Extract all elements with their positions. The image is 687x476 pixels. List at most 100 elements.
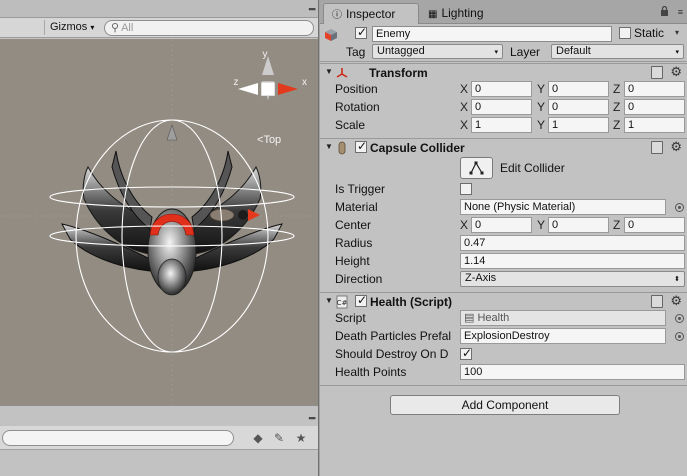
should-destroy-checkbox[interactable]: ✓ bbox=[460, 346, 472, 360]
gameobject-cube-icon bbox=[325, 29, 337, 41]
gizmo-x-cone[interactable] bbox=[278, 83, 298, 95]
axis-x-label: X bbox=[460, 82, 469, 96]
center-x-field[interactable]: 0 bbox=[471, 217, 532, 233]
center-label: Center bbox=[335, 218, 372, 232]
filter-by-label-icon[interactable]: ✎ bbox=[272, 431, 286, 445]
chevron-down-icon: ▾ bbox=[494, 49, 498, 56]
capsule-collider-icon bbox=[338, 141, 346, 155]
center-y-field[interactable]: 0 bbox=[548, 217, 609, 233]
direction-label: Direction bbox=[335, 272, 383, 286]
tag-label: Tag bbox=[346, 45, 366, 59]
rotation-x-field[interactable]: 0 bbox=[471, 99, 532, 115]
active-checkbox[interactable]: ✓ bbox=[355, 25, 367, 39]
is-trigger-label: Is Trigger bbox=[335, 182, 386, 196]
scale-z-field[interactable]: 1 bbox=[624, 117, 685, 133]
gear-icon[interactable]: ⚙ bbox=[670, 293, 682, 309]
gear-icon[interactable]: ⚙ bbox=[670, 139, 682, 155]
chevron-down-icon: ▾ bbox=[675, 49, 679, 56]
should-destroy-label: Should Destroy On D bbox=[335, 347, 449, 361]
height-field[interactable]: 1.14 bbox=[460, 253, 685, 269]
foldout-arrow-icon[interactable]: ▼ bbox=[325, 296, 333, 305]
rotation-y-field[interactable]: 0 bbox=[548, 99, 609, 115]
enemy-ship-model[interactable] bbox=[61, 150, 283, 296]
filter-by-type-icon[interactable]: ◆ bbox=[251, 431, 265, 445]
axis-y-label: Y bbox=[537, 218, 546, 232]
foldout-arrow-icon[interactable]: ▼ bbox=[325, 67, 333, 76]
layer-value: Default bbox=[556, 45, 591, 57]
script-icon: C# bbox=[336, 295, 348, 309]
direction-dropdown[interactable]: Z-Axis ⬍ bbox=[460, 271, 685, 287]
tag-dropdown[interactable]: Untagged ▾ bbox=[372, 44, 503, 59]
scale-x-field[interactable]: 1 bbox=[471, 117, 532, 133]
transform-header[interactable]: ▼ Transform ⚙ bbox=[320, 63, 687, 81]
project-menu-icon[interactable]: ▪▪▪ bbox=[308, 413, 316, 423]
health-points-field[interactable]: 100 bbox=[460, 364, 685, 380]
static-checkbox[interactable] bbox=[619, 27, 631, 39]
info-icon: ⓘ bbox=[332, 10, 342, 21]
favorites-star-icon[interactable]: ★ bbox=[294, 431, 308, 445]
transform-title: Transform bbox=[369, 66, 428, 80]
lock-icon[interactable] bbox=[660, 6, 669, 16]
gizmos-dropdown[interactable]: Gizmos ▾ bbox=[44, 20, 99, 35]
scene-search-input[interactable]: ⚲ All bbox=[104, 20, 314, 36]
object-picker-icon[interactable] bbox=[675, 314, 684, 323]
edit-collider-button[interactable] bbox=[460, 157, 493, 179]
axis-z-label: Z bbox=[613, 82, 621, 96]
layer-dropdown[interactable]: Default ▾ bbox=[551, 44, 684, 59]
position-x-field[interactable]: 0 bbox=[471, 81, 532, 97]
reference-book-icon[interactable] bbox=[651, 66, 663, 79]
collider-handle-top[interactable] bbox=[166, 124, 178, 141]
object-name-field[interactable]: Enemy bbox=[372, 26, 612, 42]
scene-viewport[interactable]: y z x <Top bbox=[0, 39, 318, 405]
lighting-icon: ▦ bbox=[428, 9, 438, 20]
tab-inspector[interactable]: ⓘ Inspector bbox=[323, 3, 419, 24]
inspector-menu-icon[interactable]: ≡ bbox=[678, 7, 683, 17]
rotation-z-field[interactable]: 0 bbox=[624, 99, 685, 115]
center-z-field[interactable]: 0 bbox=[624, 217, 685, 233]
project-search-input[interactable] bbox=[2, 430, 234, 446]
death-particles-field[interactable]: ExplosionDestroy bbox=[460, 328, 666, 344]
scale-y-field[interactable]: 1 bbox=[548, 117, 609, 133]
capsule-collider-enabled-checkbox[interactable]: ✓ bbox=[355, 139, 367, 153]
scene-view-label: <Top bbox=[257, 134, 281, 146]
tab-lighting[interactable]: ▦ Lighting bbox=[420, 3, 492, 24]
project-panel: ▪▪▪ ◆ ✎ ★ bbox=[0, 405, 318, 476]
panel-menu-icon[interactable]: ▪▪▪ bbox=[308, 4, 316, 14]
object-picker-icon[interactable] bbox=[675, 203, 684, 212]
static-dropdown-icon[interactable]: ▾ bbox=[675, 28, 679, 37]
gizmos-label: Gizmos bbox=[50, 21, 88, 33]
capsule-collider-header[interactable]: ▼ ✓ Capsule Collider ⚙ bbox=[320, 138, 687, 156]
inspector-panel: ⓘ Inspector ▦ Lighting ≡ ✓ Enemy Static ▾ … bbox=[320, 0, 687, 476]
scale-label: Scale bbox=[335, 118, 366, 132]
add-component-button[interactable]: Add Component bbox=[390, 395, 620, 415]
position-label: Position bbox=[335, 82, 378, 96]
scene-tabbar: ▪▪▪ bbox=[0, 0, 318, 18]
tag-value: Untagged bbox=[377, 45, 425, 57]
reference-book-icon[interactable] bbox=[651, 295, 663, 308]
is-trigger-checkbox[interactable] bbox=[460, 183, 472, 195]
radius-field[interactable]: 0.47 bbox=[460, 235, 685, 251]
orientation-gizmo[interactable]: y z x <Top bbox=[234, 49, 308, 146]
position-y-field[interactable]: 0 bbox=[548, 81, 609, 97]
health-script-header[interactable]: ▼ C# ✓ Health (Script) ⚙ bbox=[320, 292, 687, 310]
axis-z-label: Z bbox=[613, 100, 621, 114]
gear-icon[interactable]: ⚙ bbox=[670, 64, 682, 80]
reference-book-icon[interactable] bbox=[651, 141, 663, 154]
radius-label: Radius bbox=[335, 236, 373, 250]
axis-y-label: Y bbox=[537, 100, 546, 114]
health-points-label: Health Points bbox=[335, 365, 407, 379]
divider bbox=[320, 385, 687, 386]
script-field: ▤ Health bbox=[460, 310, 666, 326]
gizmo-label-y: y bbox=[263, 49, 268, 60]
health-script-title: Health (Script) bbox=[370, 295, 453, 309]
inspector-tabbar: ⓘ Inspector ▦ Lighting ≡ bbox=[320, 0, 687, 24]
gizmo-z-cone[interactable] bbox=[238, 83, 258, 95]
death-particles-label: Death Particles Prefal bbox=[335, 329, 452, 343]
pivot-handle-end bbox=[238, 210, 248, 220]
material-field[interactable]: None (Physic Material) bbox=[460, 199, 666, 215]
gizmo-center-cube[interactable] bbox=[260, 81, 276, 97]
health-script-enabled-checkbox[interactable]: ✓ bbox=[355, 293, 367, 307]
foldout-arrow-icon[interactable]: ▼ bbox=[325, 142, 333, 151]
position-z-field[interactable]: 0 bbox=[624, 81, 685, 97]
object-picker-icon[interactable] bbox=[675, 332, 684, 341]
